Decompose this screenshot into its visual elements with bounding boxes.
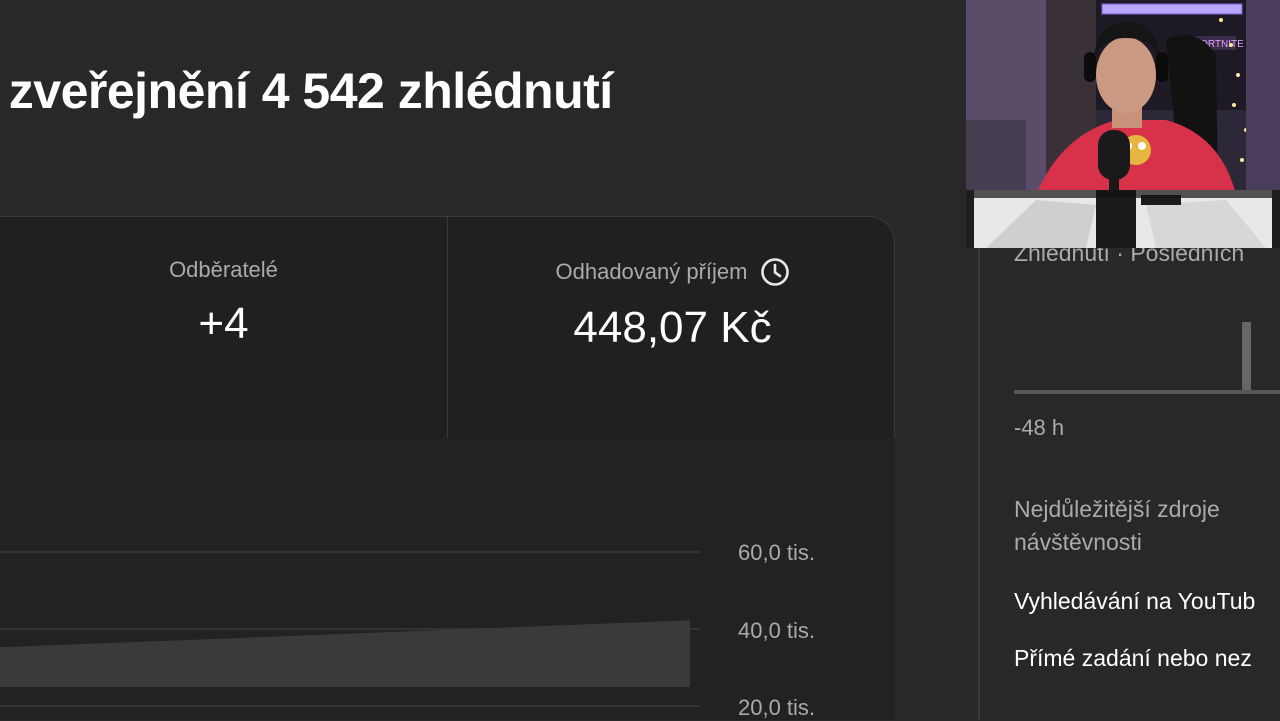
mini-chart-bar (1242, 322, 1251, 392)
revenue-value: 448,07 Kč (573, 303, 772, 352)
revenue-stat[interactable]: Odhadovaný příjem 448,07 Kč (447, 217, 897, 439)
webcam-overlay: FORTNITE (966, 0, 1280, 248)
stats-card: Odběratelé +4 Odhadovaný příjem 448,07 K… (0, 216, 897, 439)
traffic-source-item[interactable]: Vyhledávání na YouTub (1014, 588, 1255, 615)
gridline-60k (0, 551, 700, 553)
subscribers-label-text: Odběratelé (169, 257, 278, 282)
area-series (0, 620, 690, 687)
clock-icon[interactable] (760, 257, 790, 287)
y-tick-label: 60,0 tis. (738, 540, 816, 565)
mini-chart-baseline (1014, 390, 1280, 394)
traffic-sources-title: Nejdůležitější zdroje návštěvnosti (1014, 496, 1220, 555)
mini-chart-axis-label: -48 h (1014, 415, 1065, 440)
page-title: l zveřejnění 4 542 zhlédnutí (0, 63, 613, 119)
subscribers-stat[interactable]: Odběratelé +4 (1, 217, 446, 439)
y-tick-label: 40,0 tis. (738, 618, 816, 643)
y-tick-label: 20,0 tis. (738, 695, 816, 720)
subscribers-label: Odběratelé (1, 257, 446, 283)
gridline-20k (0, 705, 700, 707)
subscribers-value: +4 (198, 299, 249, 348)
revenue-label: Odhadovaný příjem (448, 257, 897, 287)
traffic-source-item[interactable]: Přímé zadání nebo nez (1014, 645, 1252, 672)
webcam-image: FORTNITE (966, 0, 1280, 248)
revenue-label-text: Odhadovaný příjem (555, 259, 748, 284)
